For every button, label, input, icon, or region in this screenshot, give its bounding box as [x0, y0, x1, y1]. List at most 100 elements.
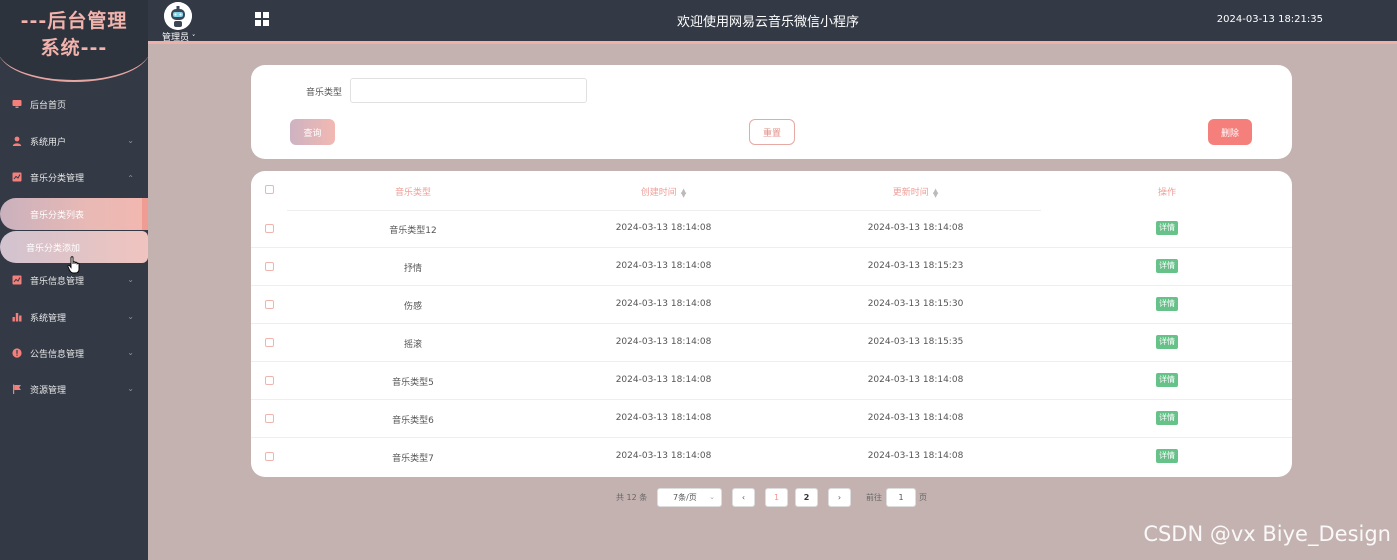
- info-circle-icon: [12, 348, 22, 358]
- cell-music-type: 摇滚: [403, 340, 422, 350]
- cell-music-type: 抒情: [403, 264, 422, 274]
- page-title: 欢迎使用网易云音乐微信小程序: [676, 15, 859, 30]
- page-size-select[interactable]: 7条/页 ⌄: [657, 488, 722, 507]
- chevron-down-icon: ⌄: [127, 312, 134, 321]
- chevron-down-icon: ˅: [191, 34, 196, 42]
- detail-button[interactable]: 详情: [1156, 411, 1178, 425]
- sidebar-item-system-manage[interactable]: 系统管理 ⌄: [0, 302, 148, 332]
- bar-chart-icon: [12, 313, 22, 322]
- sort-icon[interactable]: ▲ ▼: [681, 187, 686, 198]
- cell-updated-time: 2024-03-13 18:14:08: [867, 223, 964, 233]
- goto-label: 前往: [866, 493, 882, 502]
- cell-updated-time: 2024-03-13 18:15:30: [867, 299, 964, 309]
- detail-button[interactable]: 详情: [1156, 297, 1178, 311]
- column-header-created[interactable]: 创建时间 ▲ ▼: [591, 185, 736, 198]
- sidebar: ---后台管理 系统--- 后台首页 系统用户 ⌄ 音乐分类管理 ⌃ 音乐分类列…: [0, 0, 148, 560]
- page-number-2[interactable]: 2: [795, 488, 818, 507]
- table-header: 音乐类型 创建时间 ▲ ▼ 更新时间 ▲ ▼ 操作: [251, 171, 1292, 210]
- goto-page-input[interactable]: 1: [886, 488, 916, 507]
- sidebar-subitem-category-list[interactable]: 音乐分类列表: [0, 198, 148, 230]
- sort-icon[interactable]: ▲ ▼: [933, 187, 938, 198]
- column-header-actions: 操作: [1157, 188, 1176, 198]
- chevron-up-icon: ⌃: [127, 174, 134, 183]
- grid-menu-icon[interactable]: [255, 12, 269, 26]
- sidebar-item-announcement[interactable]: 公告信息管理 ⌄: [0, 338, 148, 368]
- chart-icon: [12, 172, 22, 182]
- row-checkbox[interactable]: [265, 224, 274, 233]
- detail-button[interactable]: 详情: [1156, 449, 1178, 463]
- page-suffix: 页: [919, 493, 927, 502]
- next-page-button[interactable]: ›: [828, 488, 851, 507]
- admin-label: 管理员: [162, 33, 190, 43]
- row-checkbox[interactable]: [265, 300, 274, 309]
- row-checkbox[interactable]: [265, 338, 274, 347]
- table-row: 音乐类型7 2024-03-13 18:14:08 2024-03-13 18:…: [251, 438, 1292, 476]
- search-panel: 音乐类型 查询 重置 删除: [251, 65, 1292, 159]
- chevron-down-icon: ⌄: [709, 493, 715, 501]
- select-all-checkbox[interactable]: [265, 185, 274, 194]
- user-icon: [12, 136, 22, 146]
- chart-icon: [12, 275, 22, 285]
- logo-text: ---后台管理 系统---: [0, 8, 148, 62]
- row-checkbox[interactable]: [265, 262, 274, 271]
- column-header-label: 更新时间: [892, 188, 929, 198]
- sidebar-item-label: 音乐信息管理: [30, 276, 85, 287]
- detail-button[interactable]: 详情: [1156, 221, 1178, 235]
- table-row: 抒情 2024-03-13 18:14:08 2024-03-13 18:15:…: [251, 248, 1292, 286]
- avatar[interactable]: [164, 2, 192, 30]
- page-number-1[interactable]: 1: [765, 488, 788, 507]
- top-bar: 管理员 ˅ 欢迎使用网易云音乐微信小程序 2024-03-13 18:21:35: [148, 0, 1397, 44]
- row-checkbox[interactable]: [265, 376, 274, 385]
- delete-button[interactable]: 删除: [1208, 119, 1252, 145]
- cell-updated-time: 2024-03-13 18:14:08: [867, 375, 964, 385]
- logo-area: ---后台管理 系统---: [0, 0, 148, 84]
- prev-page-button[interactable]: ‹: [732, 488, 755, 507]
- chevron-down-icon: ⌄: [127, 384, 134, 393]
- chevron-right-icon: ›: [837, 493, 842, 502]
- table-row: 音乐类型6 2024-03-13 18:14:08 2024-03-13 18:…: [251, 400, 1292, 438]
- detail-button[interactable]: 详情: [1156, 373, 1178, 387]
- query-button[interactable]: 查询: [290, 119, 335, 145]
- sidebar-subitem-label: 音乐分类添加: [26, 243, 81, 254]
- logo-line-2: 系统---: [40, 37, 108, 59]
- sidebar-item-music-category[interactable]: 音乐分类管理 ⌃: [0, 162, 148, 192]
- sidebar-item-label: 公告信息管理: [30, 349, 85, 360]
- data-table: 音乐类型 创建时间 ▲ ▼ 更新时间 ▲ ▼ 操作 音乐类型12 2024-03-13 …: [251, 171, 1292, 477]
- sidebar-item-label: 音乐分类管理: [30, 173, 85, 184]
- cell-updated-time: 2024-03-13 18:14:08: [867, 413, 964, 423]
- cell-created-time: 2024-03-13 18:14:08: [615, 261, 712, 271]
- reset-button[interactable]: 重置: [749, 119, 795, 145]
- sidebar-item-label: 后台首页: [30, 100, 67, 111]
- logo-line-1: ---后台管理: [20, 10, 128, 32]
- cell-created-time: 2024-03-13 18:14:08: [615, 223, 712, 233]
- column-header-music-type: 音乐类型: [394, 188, 431, 198]
- column-header-label: 创建时间: [640, 188, 677, 198]
- cell-created-time: 2024-03-13 18:14:08: [615, 451, 712, 461]
- pagination: 共 12 条 7条/页 ⌄ ‹ 1 2 › 前往 1 页: [0, 488, 1397, 508]
- sidebar-item-label: 资源管理: [30, 385, 67, 396]
- sidebar-item-resources[interactable]: 资源管理 ⌄: [0, 374, 148, 404]
- sidebar-item-label: 系统管理: [30, 313, 67, 324]
- cell-created-time: 2024-03-13 18:14:08: [615, 413, 712, 423]
- detail-button[interactable]: 详情: [1156, 335, 1178, 349]
- search-label: 音乐类型: [306, 88, 343, 98]
- cell-music-type: 音乐类型6: [392, 416, 434, 426]
- row-checkbox[interactable]: [265, 452, 274, 461]
- watermark: CSDN @vx Biye_Design: [1143, 522, 1391, 546]
- cell-music-type: 伤感: [403, 302, 422, 312]
- current-datetime: 2024-03-13 18:21:35: [1216, 14, 1323, 25]
- monitor-icon: [12, 100, 22, 108]
- admin-menu[interactable]: 管理员 ˅: [162, 30, 195, 43]
- column-header-updated[interactable]: 更新时间 ▲ ▼: [843, 185, 988, 198]
- detail-button[interactable]: 详情: [1156, 259, 1178, 273]
- music-type-search-input[interactable]: [350, 78, 587, 103]
- cell-music-type: 音乐类型7: [392, 454, 434, 464]
- sidebar-item-home[interactable]: 后台首页: [0, 89, 148, 119]
- cell-created-time: 2024-03-13 18:14:08: [615, 375, 712, 385]
- flag-icon: [13, 384, 21, 394]
- sidebar-subitem-label: 音乐分类列表: [30, 210, 85, 221]
- sidebar-item-label: 系统用户: [30, 137, 67, 148]
- chevron-left-icon: ‹: [741, 493, 746, 502]
- row-checkbox[interactable]: [265, 414, 274, 423]
- sidebar-item-system-users[interactable]: 系统用户 ⌄: [0, 126, 148, 156]
